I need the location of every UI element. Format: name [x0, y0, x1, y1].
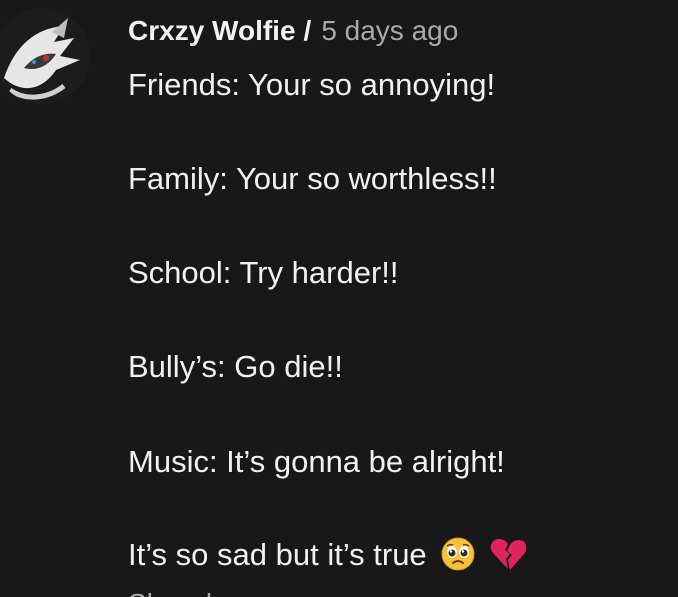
comment-line-bullys: Bully’s: Go die!! — [128, 349, 343, 384]
author-name[interactable]: Crxzy Wolfie — [128, 15, 296, 47]
comment-line-final: It’s so sad but it’s true — [128, 535, 526, 575]
avatar[interactable] — [0, 8, 90, 104]
avatar-wolf-icon — [0, 8, 90, 104]
pleading-face-icon — [441, 537, 475, 571]
broken-heart-icon — [490, 537, 526, 571]
comment-line-final-text: It’s so sad but it’s true — [128, 537, 427, 572]
header-separator: / — [303, 15, 312, 46]
comment-line-school: School: Try harder!! — [128, 255, 399, 290]
comment-timestamp[interactable]: 5 days ago — [321, 15, 458, 47]
comment-header: Crxzy Wolfie / 5 days ago — [128, 12, 458, 50]
comment-line-music: Music: It’s gonna be alright! — [128, 444, 505, 479]
comment: Crxzy Wolfie / 5 days ago Friends: Your … — [0, 0, 678, 597]
comment-line-friends: Friends: Your so annoying! — [128, 67, 496, 102]
comment-line-family: Family: Your so worthless!! — [128, 161, 497, 196]
show-less-button[interactable]: Show less — [128, 586, 256, 597]
